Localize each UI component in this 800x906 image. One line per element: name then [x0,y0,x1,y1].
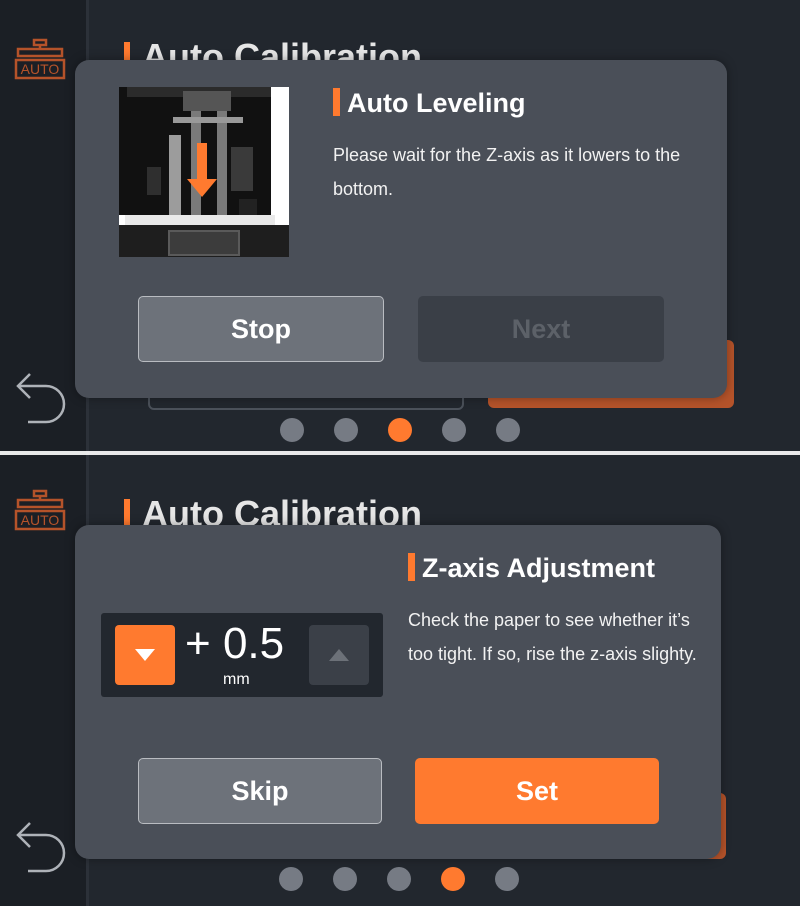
screen-divider [0,451,800,455]
auto-leveling-dialog: Auto Leveling Please wait for the Z-axis… [75,60,727,398]
dialog-title: Auto Leveling [333,88,526,119]
back-arrow-icon[interactable] [14,370,70,424]
set-button[interactable]: Set [415,758,659,824]
pagination [279,867,519,891]
page-dot-1[interactable] [280,418,304,442]
printer-lowering-image [119,87,289,257]
page-dot-4-active[interactable] [441,867,465,891]
skip-button[interactable]: Skip [138,758,382,824]
next-button[interactable]: Next [418,296,664,362]
caret-up-icon [329,649,349,661]
back-arrow-icon[interactable] [14,819,70,873]
screen-z-axis-adjustment: AUTO Auto Calibration + 0.5 mm Z-axis Ad… [0,453,800,906]
dialog-message: Please wait for the Z-axis as it lowers … [333,145,681,199]
page-dot-4[interactable] [442,418,466,442]
auto-calibration-icon[interactable]: AUTO [14,36,66,82]
page-dot-3[interactable] [387,867,411,891]
decrease-button[interactable] [115,625,175,685]
page-dot-3-active[interactable] [388,418,412,442]
caret-down-icon [135,649,155,661]
z-offset-unit: mm [223,671,250,688]
z-offset-value: + 0.5 [185,619,285,668]
screen-auto-leveling: AUTO Auto Calibration Auto Leveling Plea… [0,0,800,453]
dialog-title: Z-axis Adjustment [408,553,655,584]
pagination [280,418,520,442]
page-dot-5[interactable] [496,418,520,442]
auto-label: AUTO [21,61,60,77]
page-dot-2[interactable] [333,867,357,891]
page-dot-2[interactable] [334,418,358,442]
auto-calibration-icon[interactable]: AUTO [14,487,66,533]
page-dot-5[interactable] [495,867,519,891]
dialog-message: Check the paper to see whether it’s too … [408,610,697,664]
increase-button[interactable] [309,625,369,685]
z-offset-stepper: + 0.5 mm [101,613,383,697]
page-dot-1[interactable] [279,867,303,891]
stop-button[interactable]: Stop [138,296,384,362]
z-axis-adjustment-dialog: + 0.5 mm Z-axis Adjustment Check the pap… [75,525,721,859]
auto-label: AUTO [21,512,60,528]
